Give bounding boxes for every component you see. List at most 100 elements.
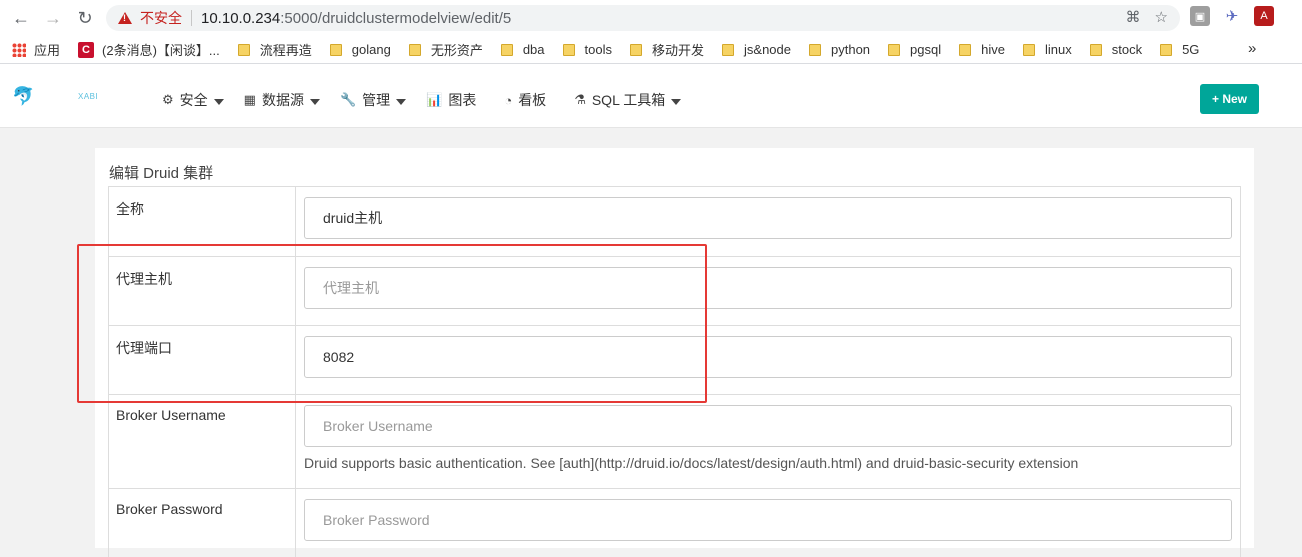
bookmark-folder[interactable]: 5G <box>1160 42 1199 57</box>
bookmark-label: hive <box>981 42 1005 57</box>
reload-button[interactable]: ↻ <box>70 3 100 33</box>
bookmark-apps[interactable]: 应用 <box>12 40 60 59</box>
folder-icon <box>1160 43 1173 56</box>
page-title: 编辑 Druid 集群 <box>109 165 214 182</box>
bookmark-folder[interactable]: hive <box>959 42 1005 57</box>
bookmark-label: (2条消息)【闲谈】... <box>102 43 220 58</box>
star-icon[interactable]: ☆ <box>1155 8 1168 26</box>
bookmark-folder[interactable]: stock <box>1089 42 1142 57</box>
bookmark-folder[interactable]: 移动开发 <box>630 40 704 59</box>
menu-security[interactable]: ⚙ 安全 <box>162 90 224 110</box>
bookmark-folder[interactable]: pgsql <box>888 42 941 57</box>
bird-icon[interactable]: ✈ <box>1222 6 1242 26</box>
caret-down-icon <box>213 98 224 105</box>
field-label: 全称 <box>109 187 296 256</box>
cogs-icon: ⚙ <box>162 92 174 107</box>
bookmark-label: tools <box>584 42 612 57</box>
bookmark-label: js&node <box>744 42 791 57</box>
address-bar[interactable]: 不安全 10.10.0.234:5000/druidclustermodelvi… <box>106 5 1180 31</box>
app-navbar: 🐬 XABI ⚙ 安全 ▦ 数据源 🔧 管理 📊 图表 ◔ 看板 ⚗ SQL 工… <box>0 64 1302 128</box>
broker-password-input[interactable] <box>304 499 1232 541</box>
main-menu: ⚙ 安全 ▦ 数据源 🔧 管理 📊 图表 ◔ 看板 ⚗ SQL 工具箱 <box>162 90 701 110</box>
help-text: Druid supports basic authentication. See… <box>304 455 1079 471</box>
broker-port-input[interactable] <box>304 336 1232 378</box>
form-row-broker-password: Broker Password <box>109 488 1240 557</box>
warning-icon <box>118 12 132 24</box>
dashboard-icon: ◔ <box>504 92 513 108</box>
bookmark-folder[interactable]: js&node <box>722 42 791 57</box>
bookmark-label: python <box>831 42 871 57</box>
bookmarks-bar: 应用 C (2条消息)【闲谈】... 流程再造 golang 无形资产 dba … <box>0 36 1302 64</box>
full-name-input[interactable] <box>304 197 1232 239</box>
edit-panel: 编辑 Druid 集群 全称 代理主机 代理端口 Broker Username… <box>95 148 1254 557</box>
caret-down-icon <box>309 98 320 105</box>
field-label: 代理主机 <box>109 257 296 325</box>
folder-icon <box>1022 43 1035 56</box>
brand-name[interactable]: XABI <box>78 92 98 101</box>
menu-dashboards[interactable]: ◔ 看板 <box>504 90 546 110</box>
bar-chart-icon: 📊 <box>426 92 443 107</box>
wrench-icon: 🔧 <box>339 92 357 107</box>
bookmark-label: 流程再造 <box>259 43 312 58</box>
menu-label: 看板 <box>518 92 547 108</box>
menu-label: 数据源 <box>261 92 304 108</box>
form-row-broker-username: Broker Username Druid supports basic aut… <box>109 394 1240 488</box>
field-label: Broker Username <box>109 395 296 488</box>
logo-icon[interactable]: 🐬 <box>12 86 34 107</box>
menu-manage[interactable]: 🔧 管理 <box>339 90 407 110</box>
folder-icon <box>959 43 972 56</box>
pdf-icon[interactable]: A <box>1254 6 1274 26</box>
url-host: 10.10.0.234 <box>201 9 281 27</box>
bookmark-label: 无形资产 <box>430 43 483 58</box>
caret-down-icon <box>671 98 682 105</box>
folder-icon <box>562 43 575 56</box>
insecure-label: 不安全 <box>140 10 182 26</box>
form-row-broker-host: 代理主机 <box>109 256 1240 325</box>
field-label: Broker Password <box>109 489 296 557</box>
extension-icon[interactable]: ▣ <box>1190 6 1210 26</box>
reload-icon: ↻ <box>77 7 93 28</box>
menu-label: 图表 <box>448 92 477 108</box>
url-path: :5000/druidclustermodelview/edit/5 <box>280 9 512 27</box>
bookmark-folder[interactable]: python <box>809 42 870 57</box>
bookmark-label: linux <box>1044 42 1072 57</box>
menu-label: 管理 <box>362 92 391 108</box>
broker-host-input[interactable] <box>304 267 1232 309</box>
table-icon: ▦ <box>243 92 256 107</box>
form-row-broker-port: 代理端口 <box>109 325 1240 394</box>
bookmark-label: 5G <box>1182 42 1200 57</box>
menu-sql-lab[interactable]: ⚗ SQL 工具箱 <box>574 90 682 110</box>
arrow-right-icon: → <box>44 7 62 28</box>
bookmark-folder[interactable]: 无形资产 <box>408 40 483 59</box>
folder-icon <box>237 43 250 56</box>
folder-icon <box>1089 43 1102 56</box>
back-button[interactable]: ← <box>6 3 36 33</box>
bookmark-label: 应用 <box>34 43 61 58</box>
bookmark-folder[interactable]: linux <box>1022 42 1072 57</box>
folder-icon <box>809 43 821 56</box>
bookmark-folder[interactable]: dba <box>500 42 545 57</box>
folder-icon <box>888 43 901 56</box>
bookmark-label: dba <box>522 42 545 57</box>
bookmark-folder[interactable]: tools <box>562 42 612 57</box>
translate-icon[interactable]: ⌘ <box>1126 8 1141 26</box>
caret-down-icon <box>396 98 407 105</box>
field-label: 代理端口 <box>109 326 296 394</box>
form-table: 全称 代理主机 代理端口 Broker Username Druid suppo… <box>108 186 1241 557</box>
divider <box>191 10 192 26</box>
menu-label: 安全 <box>179 92 208 108</box>
forward-button[interactable]: → <box>38 3 68 33</box>
menu-label: SQL 工具箱 <box>591 92 666 108</box>
broker-username-input[interactable] <box>304 405 1232 447</box>
menu-charts[interactable]: 📊 图表 <box>426 90 476 110</box>
arrow-left-icon: ← <box>12 7 30 28</box>
bookmark-folder[interactable]: golang <box>329 42 391 57</box>
menu-datasources[interactable]: ▦ 数据源 <box>244 90 320 110</box>
csdn-icon: C <box>78 41 95 58</box>
folder-icon <box>408 43 421 56</box>
bookmark-folder[interactable]: 流程再造 <box>237 40 312 59</box>
new-button[interactable]: + New <box>1200 84 1259 114</box>
flask-icon: ⚗ <box>574 92 586 107</box>
bookmarks-more-button[interactable]: » <box>1248 40 1256 57</box>
bookmark-item[interactable]: C (2条消息)【闲谈】... <box>78 40 220 59</box>
